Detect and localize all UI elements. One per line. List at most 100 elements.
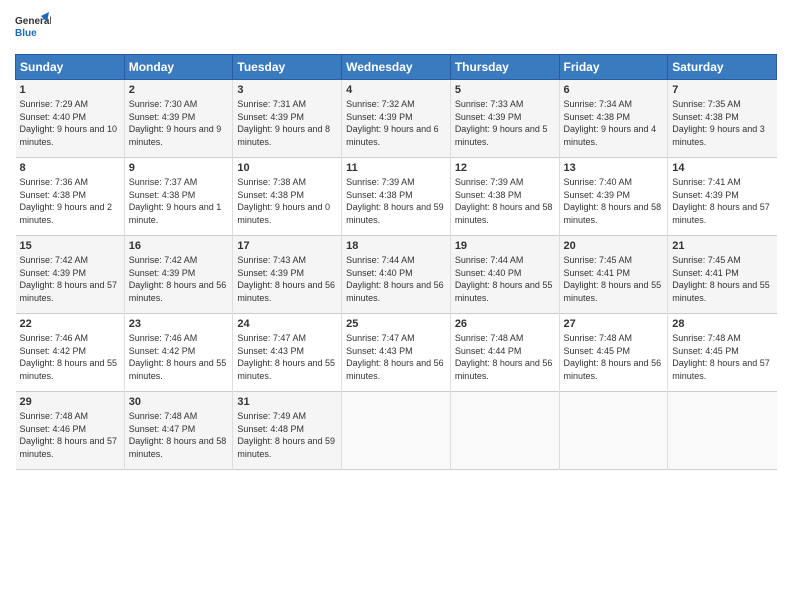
calendar-cell: 21 Sunrise: 7:45 AMSunset: 4:41 PMDayligh… bbox=[668, 236, 777, 314]
calendar-cell: 5 Sunrise: 7:33 AMSunset: 4:39 PMDaylight… bbox=[450, 80, 559, 158]
calendar-cell bbox=[668, 392, 777, 470]
day-info: Sunrise: 7:47 AMSunset: 4:43 PMDaylight:… bbox=[237, 332, 337, 382]
day-number: 11 bbox=[346, 162, 446, 174]
day-info: Sunrise: 7:30 AMSunset: 4:39 PMDaylight:… bbox=[129, 98, 229, 148]
header-row: SundayMondayTuesdayWednesdayThursdayFrid… bbox=[16, 55, 777, 80]
day-info: Sunrise: 7:47 AMSunset: 4:43 PMDaylight:… bbox=[346, 332, 446, 382]
header-day-friday: Friday bbox=[559, 55, 668, 80]
day-number: 19 bbox=[455, 240, 555, 252]
day-number: 28 bbox=[672, 318, 772, 330]
day-info: Sunrise: 7:44 AMSunset: 4:40 PMDaylight:… bbox=[455, 254, 555, 304]
day-number: 3 bbox=[237, 84, 337, 96]
logo: General Blue bbox=[15, 10, 51, 46]
day-info: Sunrise: 7:41 AMSunset: 4:39 PMDaylight:… bbox=[672, 176, 772, 226]
week-row-1: 1Sunrise: 7:29 AMSunset: 4:40 PMDaylight… bbox=[16, 80, 777, 158]
day-number: 23 bbox=[129, 318, 229, 330]
logo-container: General Blue bbox=[15, 10, 51, 46]
day-number: 14 bbox=[672, 162, 772, 174]
svg-text:Blue: Blue bbox=[15, 28, 37, 39]
day-info: Sunrise: 7:45 AMSunset: 4:41 PMDaylight:… bbox=[564, 254, 664, 304]
calendar-cell: 29 Sunrise: 7:48 AMSunset: 4:46 PMDayligh… bbox=[16, 392, 125, 470]
day-number: 20 bbox=[564, 240, 664, 252]
day-info: Sunrise: 7:48 AMSunset: 4:44 PMDaylight:… bbox=[455, 332, 555, 382]
calendar-cell: 28 Sunrise: 7:48 AMSunset: 4:45 PMDayligh… bbox=[668, 314, 777, 392]
calendar-cell: 9 Sunrise: 7:37 AMSunset: 4:38 PMDaylight… bbox=[124, 158, 233, 236]
day-number: 31 bbox=[237, 396, 337, 408]
day-number: 21 bbox=[672, 240, 772, 252]
header-day-wednesday: Wednesday bbox=[342, 55, 451, 80]
header-day-thursday: Thursday bbox=[450, 55, 559, 80]
day-number: 30 bbox=[129, 396, 229, 408]
calendar-cell bbox=[450, 392, 559, 470]
day-number: 17 bbox=[237, 240, 337, 252]
day-number: 4 bbox=[346, 84, 446, 96]
day-info: Sunrise: 7:38 AMSunset: 4:38 PMDaylight:… bbox=[237, 176, 337, 226]
day-info: Sunrise: 7:29 AMSunset: 4:40 PMDaylight:… bbox=[20, 98, 120, 148]
day-info: Sunrise: 7:42 AMSunset: 4:39 PMDaylight:… bbox=[20, 254, 120, 304]
day-number: 6 bbox=[564, 84, 664, 96]
header-day-monday: Monday bbox=[124, 55, 233, 80]
calendar-cell: 24 Sunrise: 7:47 AMSunset: 4:43 PMDayligh… bbox=[233, 314, 342, 392]
calendar-cell: 6 Sunrise: 7:34 AMSunset: 4:38 PMDaylight… bbox=[559, 80, 668, 158]
calendar-cell: 4 Sunrise: 7:32 AMSunset: 4:39 PMDaylight… bbox=[342, 80, 451, 158]
day-info: Sunrise: 7:45 AMSunset: 4:41 PMDaylight:… bbox=[672, 254, 772, 304]
day-number: 5 bbox=[455, 84, 555, 96]
day-number: 10 bbox=[237, 162, 337, 174]
day-info: Sunrise: 7:34 AMSunset: 4:38 PMDaylight:… bbox=[564, 98, 664, 148]
calendar-cell: 14 Sunrise: 7:41 AMSunset: 4:39 PMDayligh… bbox=[668, 158, 777, 236]
day-info: Sunrise: 7:46 AMSunset: 4:42 PMDaylight:… bbox=[20, 332, 120, 382]
header-day-saturday: Saturday bbox=[668, 55, 777, 80]
day-info: Sunrise: 7:36 AMSunset: 4:38 PMDaylight:… bbox=[20, 176, 120, 226]
calendar-cell: 7Sunrise: 7:35 AMSunset: 4:38 PMDaylight… bbox=[668, 80, 777, 158]
day-number: 16 bbox=[129, 240, 229, 252]
day-number: 25 bbox=[346, 318, 446, 330]
day-info: Sunrise: 7:35 AMSunset: 4:38 PMDaylight:… bbox=[672, 98, 772, 148]
calendar-page: General Blue SundayMondayTuesdayWednesda… bbox=[0, 0, 792, 612]
day-info: Sunrise: 7:43 AMSunset: 4:39 PMDaylight:… bbox=[237, 254, 337, 304]
calendar-cell: 19 Sunrise: 7:44 AMSunset: 4:40 PMDayligh… bbox=[450, 236, 559, 314]
calendar-cell: 8Sunrise: 7:36 AMSunset: 4:38 PMDaylight… bbox=[16, 158, 125, 236]
week-row-3: 15Sunrise: 7:42 AMSunset: 4:39 PMDayligh… bbox=[16, 236, 777, 314]
day-info: Sunrise: 7:33 AMSunset: 4:39 PMDaylight:… bbox=[455, 98, 555, 148]
day-info: Sunrise: 7:42 AMSunset: 4:39 PMDaylight:… bbox=[129, 254, 229, 304]
day-info: Sunrise: 7:48 AMSunset: 4:46 PMDaylight:… bbox=[20, 410, 120, 460]
calendar-cell: 12Sunrise: 7:39 AMSunset: 4:38 PMDayligh… bbox=[450, 158, 559, 236]
day-number: 24 bbox=[237, 318, 337, 330]
header-day-tuesday: Tuesday bbox=[233, 55, 342, 80]
day-number: 9 bbox=[129, 162, 229, 174]
day-number: 2 bbox=[129, 84, 229, 96]
calendar-cell: 11 Sunrise: 7:39 AMSunset: 4:38 PMDayligh… bbox=[342, 158, 451, 236]
calendar-cell: 27 Sunrise: 7:48 AMSunset: 4:45 PMDayligh… bbox=[559, 314, 668, 392]
day-info: Sunrise: 7:48 AMSunset: 4:45 PMDaylight:… bbox=[672, 332, 772, 382]
calendar-body: 1Sunrise: 7:29 AMSunset: 4:40 PMDaylight… bbox=[16, 80, 777, 470]
calendar-cell: 25 Sunrise: 7:47 AMSunset: 4:43 PMDayligh… bbox=[342, 314, 451, 392]
day-info: Sunrise: 7:32 AMSunset: 4:39 PMDaylight:… bbox=[346, 98, 446, 148]
day-info: Sunrise: 7:48 AMSunset: 4:45 PMDaylight:… bbox=[564, 332, 664, 382]
week-row-4: 22 Sunrise: 7:46 AMSunset: 4:42 PMDayligh… bbox=[16, 314, 777, 392]
day-info: Sunrise: 7:31 AMSunset: 4:39 PMDaylight:… bbox=[237, 98, 337, 148]
calendar-cell: 15Sunrise: 7:42 AMSunset: 4:39 PMDayligh… bbox=[16, 236, 125, 314]
calendar-cell: 13Sunrise: 7:40 AMSunset: 4:39 PMDayligh… bbox=[559, 158, 668, 236]
calendar-cell: 1Sunrise: 7:29 AMSunset: 4:40 PMDaylight… bbox=[16, 80, 125, 158]
day-info: Sunrise: 7:39 AMSunset: 4:38 PMDaylight:… bbox=[346, 176, 446, 226]
calendar-cell: 17 Sunrise: 7:43 AMSunset: 4:39 PMDayligh… bbox=[233, 236, 342, 314]
day-number: 29 bbox=[20, 396, 120, 408]
calendar-cell: 20 Sunrise: 7:45 AMSunset: 4:41 PMDayligh… bbox=[559, 236, 668, 314]
header-day-sunday: Sunday bbox=[16, 55, 125, 80]
day-number: 22 bbox=[20, 318, 120, 330]
week-row-5: 29 Sunrise: 7:48 AMSunset: 4:46 PMDayligh… bbox=[16, 392, 777, 470]
header: General Blue bbox=[15, 10, 777, 46]
logo-svg: General Blue bbox=[15, 10, 51, 46]
day-info: Sunrise: 7:40 AMSunset: 4:39 PMDaylight:… bbox=[564, 176, 664, 226]
calendar-cell bbox=[342, 392, 451, 470]
day-info: Sunrise: 7:37 AMSunset: 4:38 PMDaylight:… bbox=[129, 176, 229, 226]
day-info: Sunrise: 7:49 AMSunset: 4:48 PMDaylight:… bbox=[237, 410, 337, 460]
day-number: 27 bbox=[564, 318, 664, 330]
calendar-cell: 31 Sunrise: 7:49 AMSunset: 4:48 PMDayligh… bbox=[233, 392, 342, 470]
calendar-cell: 3 Sunrise: 7:31 AMSunset: 4:39 PMDaylight… bbox=[233, 80, 342, 158]
day-number: 12 bbox=[455, 162, 555, 174]
calendar-cell: 18Sunrise: 7:44 AMSunset: 4:40 PMDayligh… bbox=[342, 236, 451, 314]
calendar-table: SundayMondayTuesdayWednesdayThursdayFrid… bbox=[15, 54, 777, 470]
calendar-cell: 22 Sunrise: 7:46 AMSunset: 4:42 PMDayligh… bbox=[16, 314, 125, 392]
calendar-header: SundayMondayTuesdayWednesdayThursdayFrid… bbox=[16, 55, 777, 80]
